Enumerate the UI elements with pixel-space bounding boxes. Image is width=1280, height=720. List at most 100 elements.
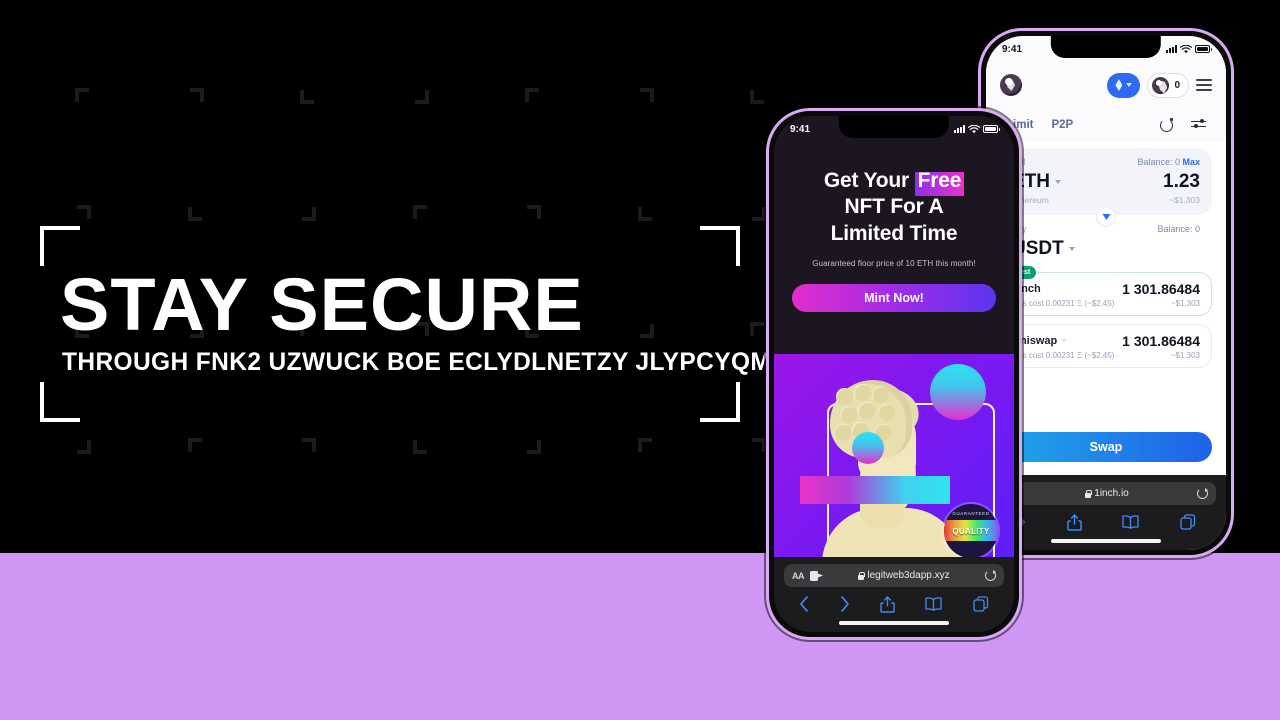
browser-chrome: AA legitweb3dapp.xyz <box>774 557 1014 632</box>
refresh-icon[interactable] <box>1160 117 1173 132</box>
quote-bottom: Gas cost 0.00231 Ξ (~$2.45) ~$1,303 <box>1012 299 1200 308</box>
address-bar[interactable]: AA legitweb3dapp.xyz <box>784 564 1004 587</box>
home-indicator <box>839 621 949 625</box>
promo-title: Get Your Free NFT For A Limited Time <box>792 168 996 247</box>
chevron-left-icon[interactable] <box>799 596 809 612</box>
status-time: 9:41 <box>790 123 811 135</box>
badge-text: QUALITY <box>952 526 990 536</box>
book-icon[interactable] <box>1122 515 1139 529</box>
cellular-bars-icon <box>954 125 965 133</box>
browser-toolbar <box>986 505 1226 539</box>
swap-button[interactable]: Swap <box>1000 432 1212 462</box>
book-icon[interactable] <box>925 597 943 611</box>
battery-icon <box>983 125 1000 133</box>
cellular-bars-icon <box>1166 45 1177 53</box>
background-tick <box>413 205 429 221</box>
sell-usd-value: ~$1,303 <box>1169 195 1200 205</box>
frame-corner-top-left <box>40 226 80 266</box>
background-tick <box>750 205 766 221</box>
promo-hero: Get Your Free NFT For A Limited Time Gua… <box>774 142 1014 313</box>
status-time: 9:41 <box>1002 43 1023 55</box>
lock-icon <box>858 571 866 580</box>
gradient-circle-small <box>852 432 884 464</box>
frame-corner-bottom-right <box>700 382 740 422</box>
sell-balance: Balance: 0 Max <box>1137 157 1200 167</box>
background-tick <box>300 205 316 221</box>
badge-top-text: GUARANTEED <box>952 511 990 516</box>
background-tick <box>638 438 654 454</box>
address-bar-url: legitweb3dapp.xyz <box>829 570 979 581</box>
background-tick <box>750 88 766 104</box>
quote-usd-value: ~$1,303 <box>1170 351 1200 360</box>
status-indicators <box>1166 44 1212 54</box>
reload-icon[interactable] <box>985 570 996 581</box>
background-tick <box>413 438 429 454</box>
front-phone-screen: 9:41 Get Your Free NFT For A Limited Tim… <box>774 116 1014 632</box>
swap-card: sell Balance: 0 Max ETH 1.23 <box>986 142 1226 472</box>
wallet-connect-button[interactable]: 0 <box>1147 72 1189 98</box>
frame-corner-bottom-left <box>40 382 80 422</box>
quote-row[interactable]: Uniswap 1 301.86484 Gas cost 0.00231 Ξ (… <box>1000 324 1212 368</box>
tab-p2p[interactable]: P2P <box>1051 119 1073 131</box>
buy-balance: Balance: 0 <box>1157 224 1200 234</box>
gradient-band <box>800 476 950 504</box>
background-tick <box>300 88 316 104</box>
quote-bottom: Gas cost 0.00231 Ξ (~$2.45) ~$1,303 <box>1012 351 1200 360</box>
mint-now-button[interactable]: Mint Now! <box>792 284 996 313</box>
sell-meta: Ethereum ~$1,303 <box>1012 195 1200 205</box>
chain-selector-button[interactable] <box>1107 72 1141 98</box>
promo-title-line1-prefix: Get Your <box>823 169 915 192</box>
battery-icon <box>1195 45 1212 53</box>
puzzle-extension-icon[interactable] <box>810 570 823 581</box>
background-tick <box>188 88 204 104</box>
frame-corner-top-right <box>700 226 740 266</box>
buy-row: USDT <box>1012 238 1200 260</box>
background-tick <box>638 205 654 221</box>
page-title: STAY SECURE <box>60 263 584 346</box>
sell-balance-text: Balance: 0 <box>1137 157 1180 167</box>
reload-icon[interactable] <box>1197 488 1208 499</box>
quote-row[interactable]: Best 1inch 1 301.86484 Gas cost 0.00231 … <box>1000 266 1212 316</box>
wifi-icon <box>968 124 980 133</box>
tabs-icon[interactable] <box>1180 514 1196 530</box>
front-phone-mockup: 9:41 Get Your Free NFT For A Limited Tim… <box>766 108 1022 640</box>
chevron-down-icon <box>1055 180 1061 184</box>
page-subtitle: THROUGH FNK2 UZWUCK BOE ECLYDLNETZY JLYP… <box>62 348 772 376</box>
quality-badge: GUARANTEED QUALITY <box>944 504 998 558</box>
swap-mode-tabs: Limit P2P <box>986 108 1226 142</box>
background-tick <box>188 205 204 221</box>
slide-canvas: STAY SECURE THROUGH FNK2 UZWUCK BOE ECLY… <box>0 0 1280 720</box>
quote-top: 1inch 1 301.86484 <box>1012 281 1200 297</box>
browser-toolbar <box>774 587 1014 621</box>
share-icon[interactable] <box>1067 513 1082 531</box>
wifi-icon <box>1180 44 1192 53</box>
unicorn-logo-icon[interactable] <box>1000 74 1022 96</box>
notch <box>838 116 950 138</box>
background-tick <box>750 438 766 454</box>
address-bar[interactable]: 1inch.io <box>996 482 1216 505</box>
quote-amount: 1 301.86484 <box>1122 281 1200 297</box>
sell-max-button[interactable]: Max <box>1182 157 1200 167</box>
gradient-circle-large <box>930 364 986 420</box>
share-icon[interactable] <box>880 595 895 613</box>
swap-direction-arrow-icon[interactable] <box>1095 206 1117 227</box>
promo-subtitle: Guaranteed floor price of 10 ETH this mo… <box>812 259 976 269</box>
unicorn-logo-icon <box>1152 76 1170 94</box>
background-tick <box>525 438 541 454</box>
tabs-icon[interactable] <box>973 596 989 612</box>
sell-amount-input[interactable]: 1.23 <box>1163 171 1200 193</box>
background-tick <box>525 205 541 221</box>
status-indicators <box>954 124 1000 134</box>
background-tick <box>300 438 316 454</box>
quote-usd-value: ~$1,303 <box>1170 299 1200 308</box>
hamburger-menu-icon[interactable] <box>1196 79 1212 91</box>
url-text: 1inch.io <box>1094 488 1129 499</box>
chevron-right-icon[interactable] <box>840 596 850 612</box>
background-tick <box>638 88 654 104</box>
background-tick <box>75 88 91 104</box>
sliders-icon[interactable] <box>1191 119 1206 132</box>
header-actions: 0 <box>1107 72 1212 98</box>
background-tick <box>750 322 766 338</box>
reader-size-button[interactable]: AA <box>792 571 805 581</box>
notch <box>1050 36 1162 58</box>
